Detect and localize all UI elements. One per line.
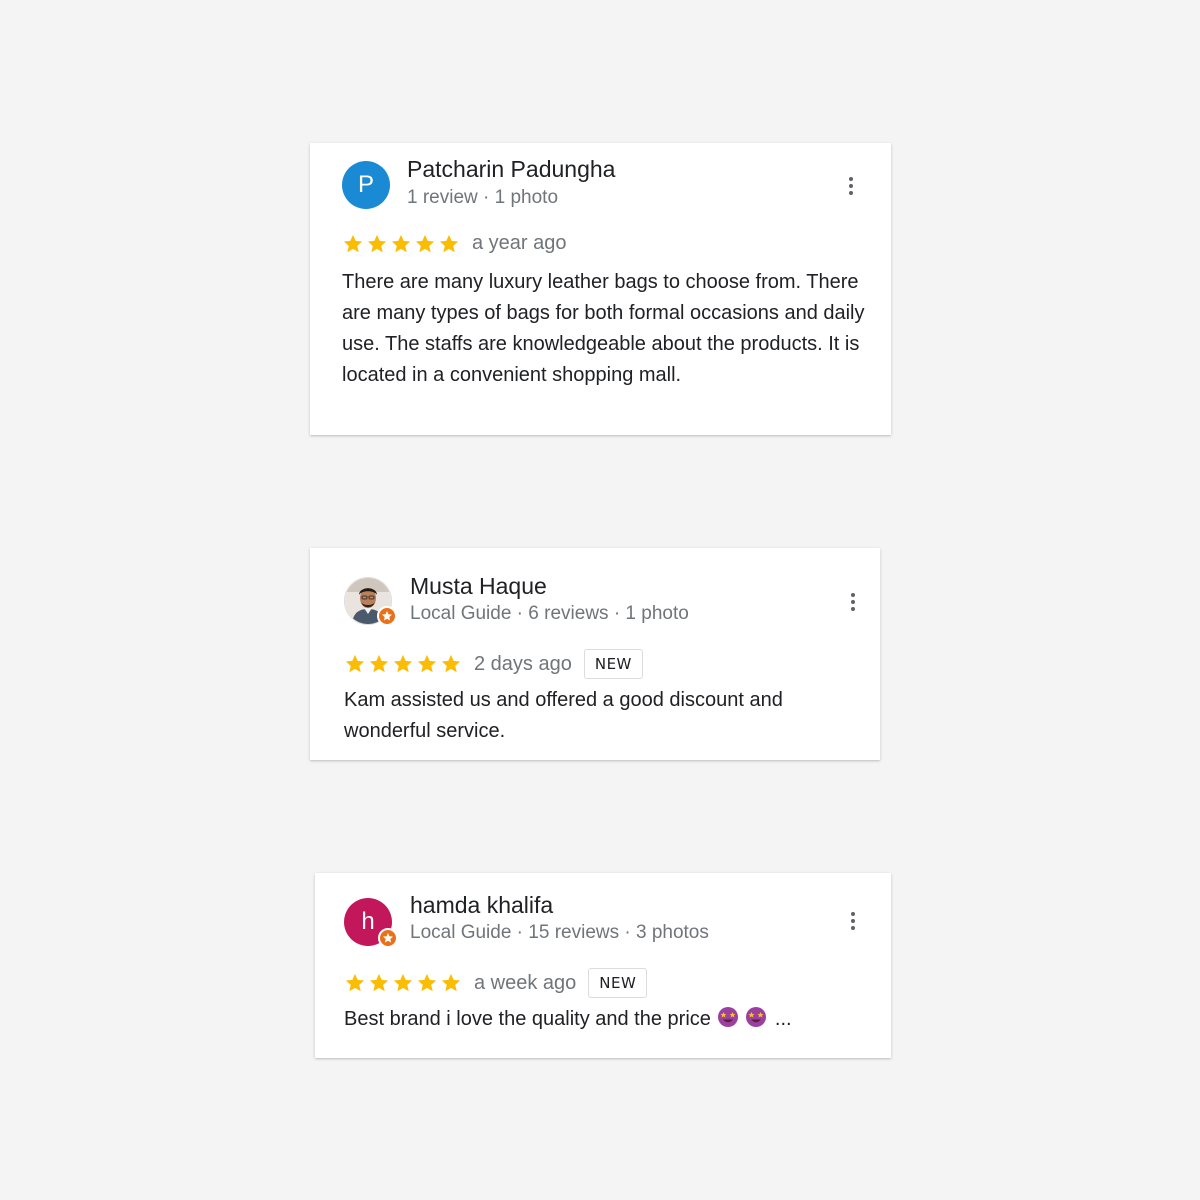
new-badge: NEW <box>588 968 648 998</box>
star-rating <box>344 653 462 675</box>
more-options-icon[interactable] <box>841 173 861 199</box>
review-card: Musta Haque Local Guide · 6 reviews · 1 … <box>310 548 880 760</box>
review-card: h hamda khalifa Local Guide · 15 reviews… <box>315 873 891 1058</box>
star-rating <box>344 972 462 994</box>
rating-row: 2 days ago NEW <box>344 649 643 679</box>
review-date: a year ago <box>472 232 567 254</box>
star-icon <box>441 973 461 992</box>
reviewer-avatar[interactable] <box>344 577 397 626</box>
star-icon <box>391 234 411 252</box>
star-icon <box>369 654 389 673</box>
avatar-letter: P <box>357 171 374 198</box>
reviewer-name[interactable]: Musta Haque <box>410 573 547 600</box>
star-icon <box>367 234 387 252</box>
reviewer-avatar[interactable]: P <box>342 161 390 209</box>
local-guide-badge-icon <box>377 606 397 626</box>
review-text: Kam assisted us and offered a good disco… <box>344 689 783 742</box>
review-text-body: Best brand i love the quality and the pr… <box>344 1008 711 1030</box>
avatar-letter: h <box>361 908 375 935</box>
new-badge: NEW <box>583 649 643 679</box>
reviewer-name[interactable]: Patcharin Padungha <box>407 156 615 183</box>
reviewer-meta: 1 review · 1 photo <box>407 187 559 208</box>
rating-row: a year ago <box>342 232 567 255</box>
local-guide-badge-icon <box>378 928 398 948</box>
review-card: P Patcharin Padungha 1 review · 1 photo … <box>310 143 891 435</box>
star-icon <box>415 234 435 252</box>
star-rating <box>342 233 460 255</box>
star-struck-emoji-icon <box>745 1006 767 1028</box>
star-icon <box>393 973 413 992</box>
review-text: Best brand i love the quality and the pr… <box>344 1004 874 1035</box>
more-text-ellipsis[interactable]: ... <box>775 1008 792 1030</box>
star-icon <box>441 654 461 673</box>
reviewer-name[interactable]: hamda khalifa <box>410 892 553 919</box>
reviewer-meta: Local Guide · 6 reviews · 1 photo <box>410 603 689 624</box>
star-icon <box>345 654 365 673</box>
star-struck-emoji-icon <box>717 1006 739 1028</box>
more-options-icon[interactable] <box>843 908 863 934</box>
star-icon <box>417 654 437 673</box>
star-icon <box>439 234 459 252</box>
review-date: 2 days ago <box>474 652 572 675</box>
star-icon <box>417 973 437 992</box>
star-icon <box>393 654 413 673</box>
star-icon <box>369 973 389 992</box>
reviewer-meta: Local Guide · 15 reviews · 3 photos <box>410 922 709 943</box>
rating-row: a week ago NEW <box>344 968 648 998</box>
star-icon <box>345 973 365 992</box>
more-options-icon[interactable] <box>843 589 863 615</box>
review-date: a week ago <box>474 971 577 994</box>
review-text: There are many luxury leather bags to ch… <box>342 271 865 386</box>
star-icon <box>343 234 363 252</box>
reviewer-avatar[interactable]: h <box>344 898 398 948</box>
